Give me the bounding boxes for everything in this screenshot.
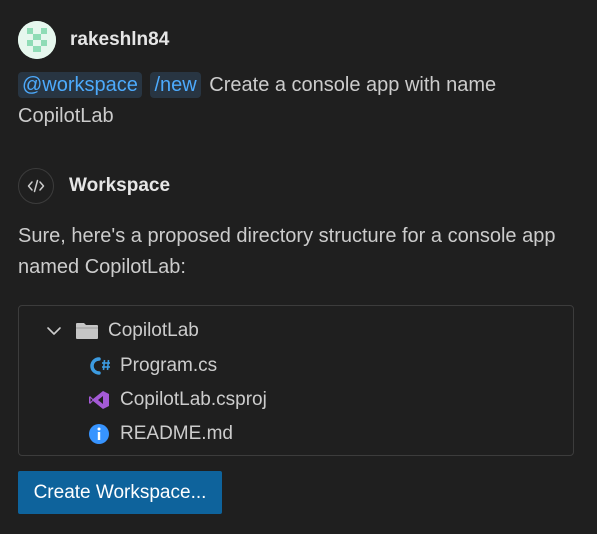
agent-name: Workspace — [69, 175, 171, 196]
info-icon — [87, 422, 111, 446]
user-prompt: @workspace /new Create a console app wit… — [18, 70, 578, 132]
command-chip[interactable]: /new — [150, 72, 201, 98]
code-icon — [18, 168, 54, 204]
user-header: rakeshln84 — [18, 21, 169, 59]
visual-studio-icon — [87, 388, 111, 412]
tree-folder-row[interactable]: CopilotLab — [43, 316, 199, 346]
create-workspace-button[interactable]: Create Workspace... — [18, 471, 222, 514]
identicon-avatar-icon — [18, 21, 56, 59]
csharp-icon — [87, 354, 111, 378]
response-text: Sure, here's a proposed directory struct… — [18, 225, 556, 278]
chevron-down-icon[interactable] — [43, 320, 65, 342]
tree-file-row[interactable]: README.md — [87, 419, 233, 449]
file-name: Program.cs — [120, 355, 218, 376]
folder-icon — [75, 319, 99, 343]
username: rakeshln84 — [70, 29, 170, 50]
agent-chip[interactable]: @workspace — [18, 72, 142, 98]
file-name: CopilotLab.csproj — [120, 389, 267, 410]
agent-header: Workspace — [18, 168, 170, 204]
user-avatar[interactable] — [18, 21, 56, 59]
folder-name: CopilotLab — [108, 320, 199, 341]
tree-file-row[interactable]: Program.cs — [87, 351, 217, 381]
file-tree: CopilotLab Program.cs CopilotLab.csproj — [18, 305, 574, 456]
file-name: README.md — [120, 423, 233, 444]
tree-file-row[interactable]: CopilotLab.csproj — [87, 385, 267, 415]
